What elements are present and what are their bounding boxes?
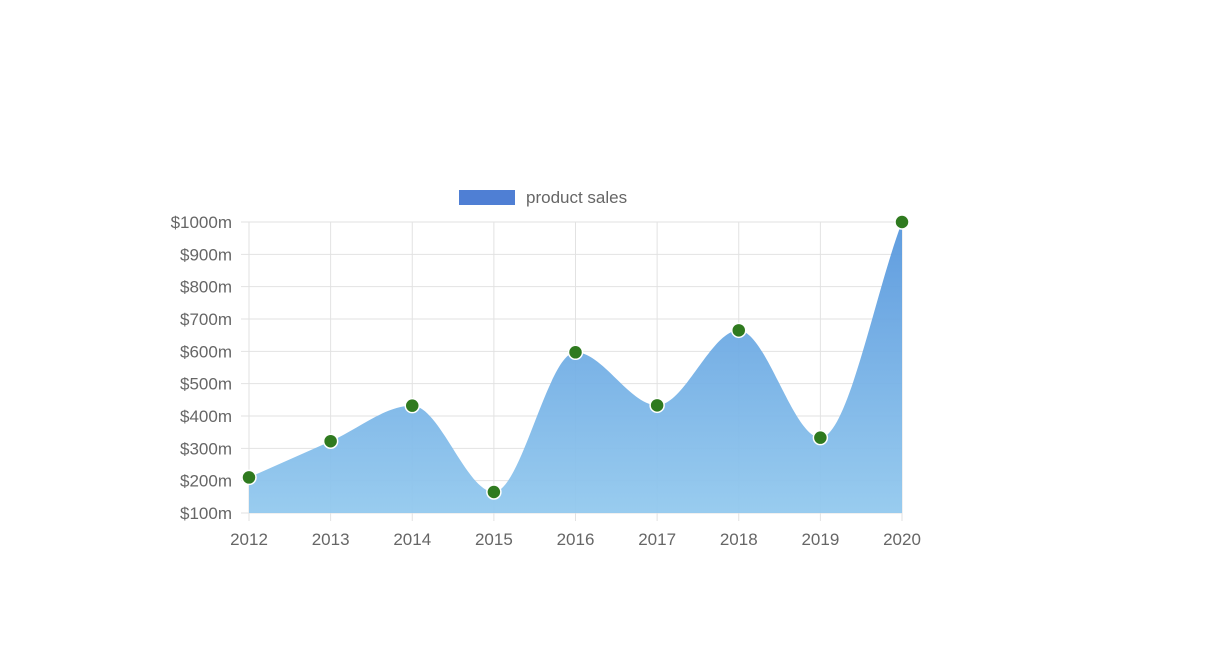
legend-label[interactable]: product sales <box>526 188 627 207</box>
data-point[interactable] <box>894 214 910 230</box>
y-tick-label: $700m <box>180 310 232 329</box>
data-point[interactable] <box>404 397 420 414</box>
data-point[interactable] <box>486 484 502 500</box>
y-tick-label: $500m <box>180 375 232 394</box>
data-point[interactable] <box>812 429 829 446</box>
y-tick-label: $100m <box>180 504 232 523</box>
area-chart: $100m $200m $300m $400m $500m $600m $700m $800m… <box>171 188 921 549</box>
data-point[interactable] <box>731 322 747 339</box>
data-point[interactable] <box>567 344 584 361</box>
legend[interactable]: product sales <box>459 188 627 207</box>
y-tick-label: $200m <box>180 472 232 491</box>
x-tick-label: 2019 <box>801 530 839 549</box>
legend-swatch[interactable] <box>459 190 515 205</box>
x-tick-label: 2017 <box>638 530 676 549</box>
y-tick-label: $1000m <box>171 213 232 232</box>
x-tick-label: 2020 <box>883 530 921 549</box>
y-tick-label: $600m <box>180 342 232 361</box>
x-tick-label: 2014 <box>393 530 431 549</box>
x-tick-label: 2012 <box>230 530 268 549</box>
data-point[interactable] <box>241 469 257 486</box>
x-tick-label: 2018 <box>720 530 758 549</box>
chart-container: $100m $200m $300m $400m $500m $600m $700m $800m… <box>0 0 1224 664</box>
data-point[interactable] <box>649 397 665 414</box>
x-tick-label: 2013 <box>312 530 350 549</box>
y-tick-label: $800m <box>180 278 232 297</box>
x-tick-label: 2016 <box>557 530 595 549</box>
y-tick-label: $300m <box>180 439 232 458</box>
data-point[interactable] <box>322 433 339 449</box>
y-tick-label: $400m <box>180 407 232 426</box>
x-tick-label: 2015 <box>475 530 513 549</box>
y-tick-label: $900m <box>180 245 232 264</box>
